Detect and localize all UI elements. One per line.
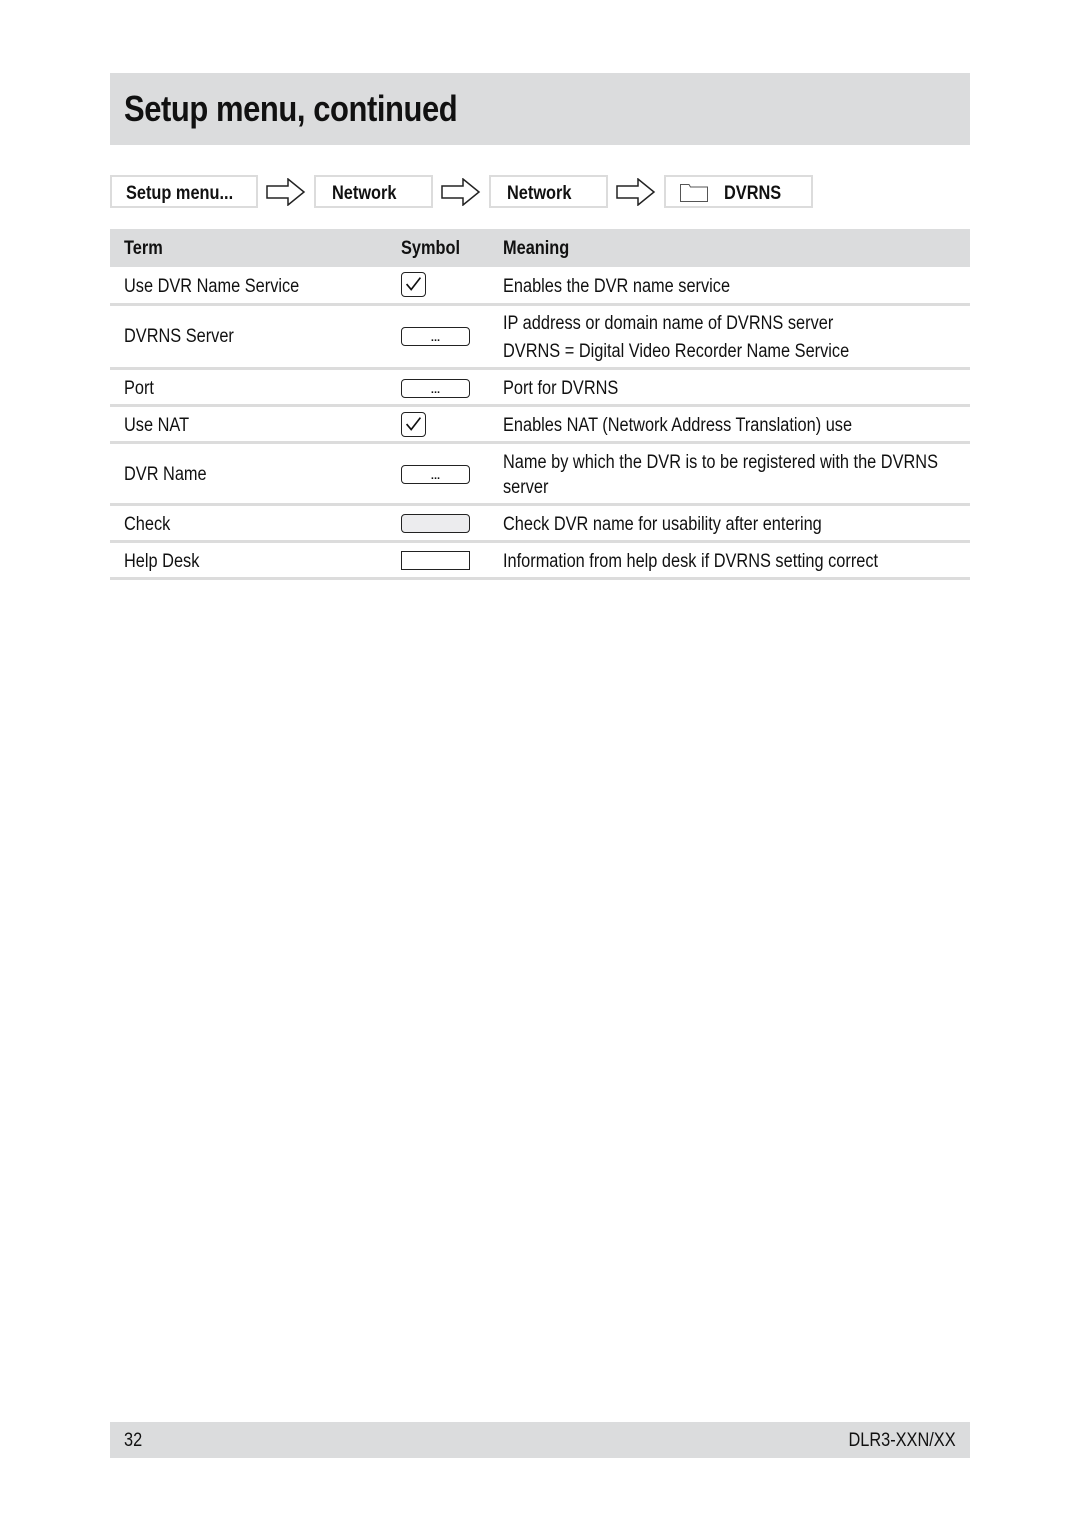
table-row: Use DVR Name Service Enables the DVR nam… [110,267,970,306]
table-row: Check Check DVR name for usability after… [110,506,970,543]
arrow-right-icon [441,178,481,206]
page-footer: 32 DLR3-XXN/XX [110,1422,970,1458]
header-term: Term [124,238,163,259]
breadcrumb-item-dvrns: DVRNS [664,175,813,208]
breadcrumb-item-setup-menu: Setup menu... [110,175,258,208]
page-number: 32 [124,1430,143,1451]
arrow-right-icon [266,178,306,206]
table-row: Help Desk Information from help desk if … [110,543,970,580]
header-symbol: Symbol [401,238,461,259]
breadcrumb-item-network-sub: Network [489,175,608,208]
input-field-icon: ... [401,465,470,484]
table-header: Term Symbol Meaning [110,229,970,267]
header-meaning: Meaning [503,238,570,259]
table-row: Port ... Port for DVRNS [110,370,970,407]
breadcrumb-item-network: Network [314,175,433,208]
table-row: DVR Name ... Name by which the DVR is to… [110,444,970,506]
table-row: Use NAT Enables NAT (Network Address Tra… [110,407,970,444]
title-bar: Setup menu, continued [110,73,970,145]
page-title: Setup menu, continued [124,88,458,129]
folder-icon [680,184,708,202]
button-icon [401,514,470,533]
model-number: DLR3-XXN/XX [848,1430,956,1451]
arrow-right-icon [616,178,656,206]
display-field-icon [401,551,470,570]
checkbox-checked-icon [401,272,426,297]
checkbox-checked-icon [401,412,426,437]
input-field-icon: ... [401,327,470,346]
table-row: DVRNS Server ... IP address or domain na… [110,306,970,370]
input-field-icon: ... [401,379,470,398]
